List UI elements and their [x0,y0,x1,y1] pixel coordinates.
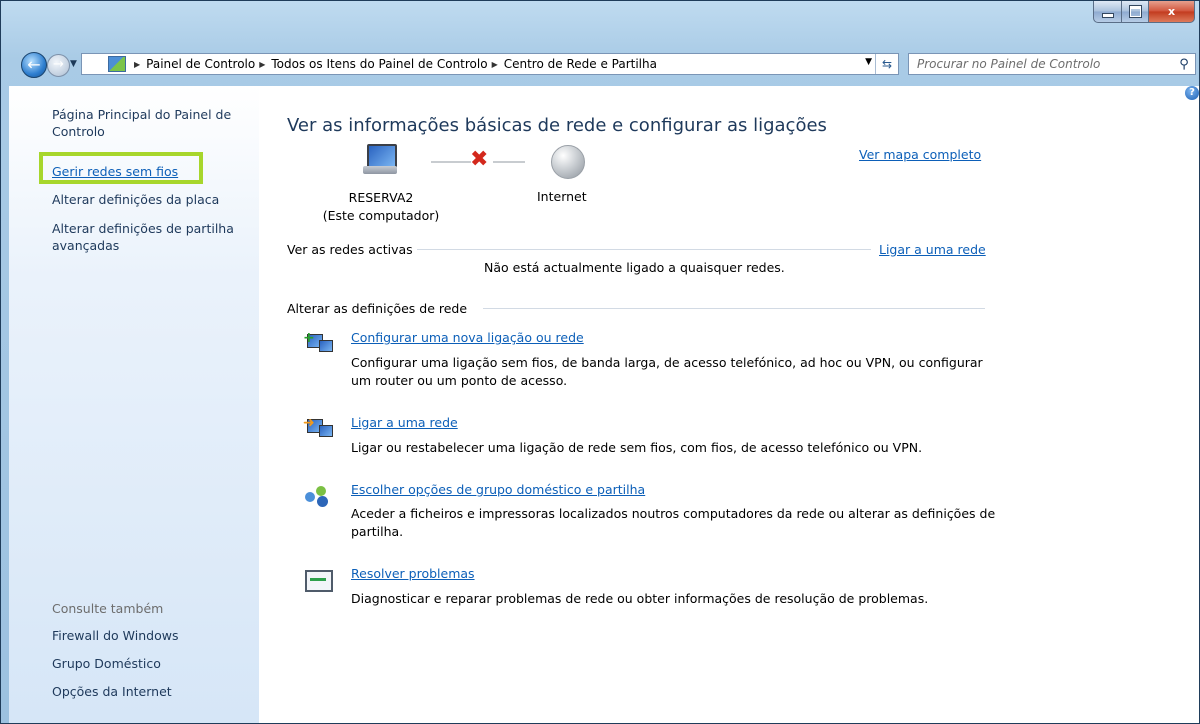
task-troubleshoot-desc: Diagnosticar e reparar problemas de rede… [351,591,929,606]
task-homegroup-desc: Aceder a ficheiros e impressoras localiz… [351,506,996,539]
title-bar: x [1,1,1199,45]
back-button[interactable]: ← [21,52,47,78]
chevron-right-icon[interactable]: ▶ [259,60,265,69]
maximize-icon [1129,6,1141,17]
sidebar-link-advanced-sharing[interactable]: Alterar definições de partilha avançadas [52,220,252,254]
content-area: Página Principal do Painel de Controlo G… [9,86,1199,723]
address-bar[interactable]: ▶ Painel de Controlo ▶ Todos os Itens do… [81,53,899,75]
caption-buttons: x [1093,1,1195,23]
divider [483,308,985,309]
task-troubleshoot-link[interactable]: Resolver problemas [351,566,475,581]
minimize-icon [1101,12,1114,18]
change-settings-heading: Alterar as definições de rede [287,301,468,316]
task-connect-network-desc: Ligar ou restabelecer uma ligação de red… [351,440,923,455]
task-homegroup-link[interactable]: Escolher opções de grupo doméstico e par… [351,482,645,497]
close-button[interactable]: x [1149,1,1195,23]
computer-name: RESERVA2 [348,190,414,205]
window-frame: x ← → ▼ ▶ Painel de Controlo ▶ Todos os … [0,0,1200,724]
active-networks-heading: Ver as redes activas [287,242,413,257]
maximize-button[interactable] [1122,1,1149,23]
task-connect-network-link[interactable]: Ligar a uma rede [351,415,458,430]
history-dropdown-icon[interactable]: ▼ [70,59,77,69]
internet-label: Internet [537,189,587,204]
troubleshoot-icon[interactable] [303,568,333,592]
chevron-right-icon[interactable]: ▶ [134,60,140,69]
main-panel: ? Ver as informações básicas de rede e c… [259,86,1199,723]
no-networks-message: Não está actualmente ligado a quaisquer … [484,260,785,275]
sidebar-link-home[interactable]: Página Principal do Painel de Controlo [52,106,252,140]
computer-subtitle: (Este computador) [322,208,440,223]
address-dropdown-icon[interactable]: ▼ [865,57,872,67]
sidebar-link-homegroup[interactable]: Grupo Doméstico [52,655,252,672]
disconnected-x-icon[interactable]: ✖ [470,149,488,171]
homegroup-icon[interactable] [303,484,333,508]
refresh-icon[interactable]: ⇆ [875,54,898,74]
full-map-link[interactable]: Ver mapa completo [859,147,981,162]
new-connection-icon[interactable]: + [303,331,333,356]
page-title: Ver as informações básicas de rede e con… [287,115,827,136]
connect-network-icon[interactable]: ➜ [303,416,333,441]
forward-button[interactable]: → [47,54,70,77]
divider [417,249,871,250]
connection-line [431,161,471,163]
control-panel-icon [108,56,126,72]
sidebar-link-adapter-settings[interactable]: Alterar definições da placa [52,191,252,208]
connect-to-network-link[interactable]: Ligar a uma rede [879,242,986,257]
breadcrumb-control-panel[interactable]: Painel de Controlo [146,57,255,71]
navigation-bar: ← → ▼ ▶ Painel de Controlo ▶ Todos os It… [1,47,1199,81]
help-icon[interactable]: ? [1185,86,1199,100]
sidebar-link-internet-options[interactable]: Opções da Internet [52,683,252,700]
computer-icon [361,144,399,176]
connection-line [493,161,525,163]
chevron-right-icon[interactable]: ▶ [492,60,498,69]
computer-label: RESERVA2 (Este computador) [301,189,461,225]
task-new-connection-desc: Configurar uma ligação sem fios, de band… [351,355,983,388]
search-box[interactable]: ⚲ [908,53,1196,75]
see-also-heading: Consulte também [52,601,164,616]
search-icon[interactable]: ⚲ [1173,57,1195,72]
minimize-button[interactable] [1093,1,1122,23]
internet-globe-icon [551,145,585,179]
breadcrumb-network-center[interactable]: Centro de Rede e Partilha [504,57,657,71]
sidebar-link-manage-wireless[interactable]: Gerir redes sem fios [52,163,252,180]
breadcrumb-all-items[interactable]: Todos os Itens do Painel de Controlo [271,57,487,71]
sidebar-link-firewall[interactable]: Firewall do Windows [52,627,252,644]
search-input[interactable] [915,54,1173,74]
task-new-connection-link[interactable]: Configurar uma nova ligação ou rede [351,330,584,345]
task-pane: Página Principal do Painel de Controlo G… [9,86,259,723]
